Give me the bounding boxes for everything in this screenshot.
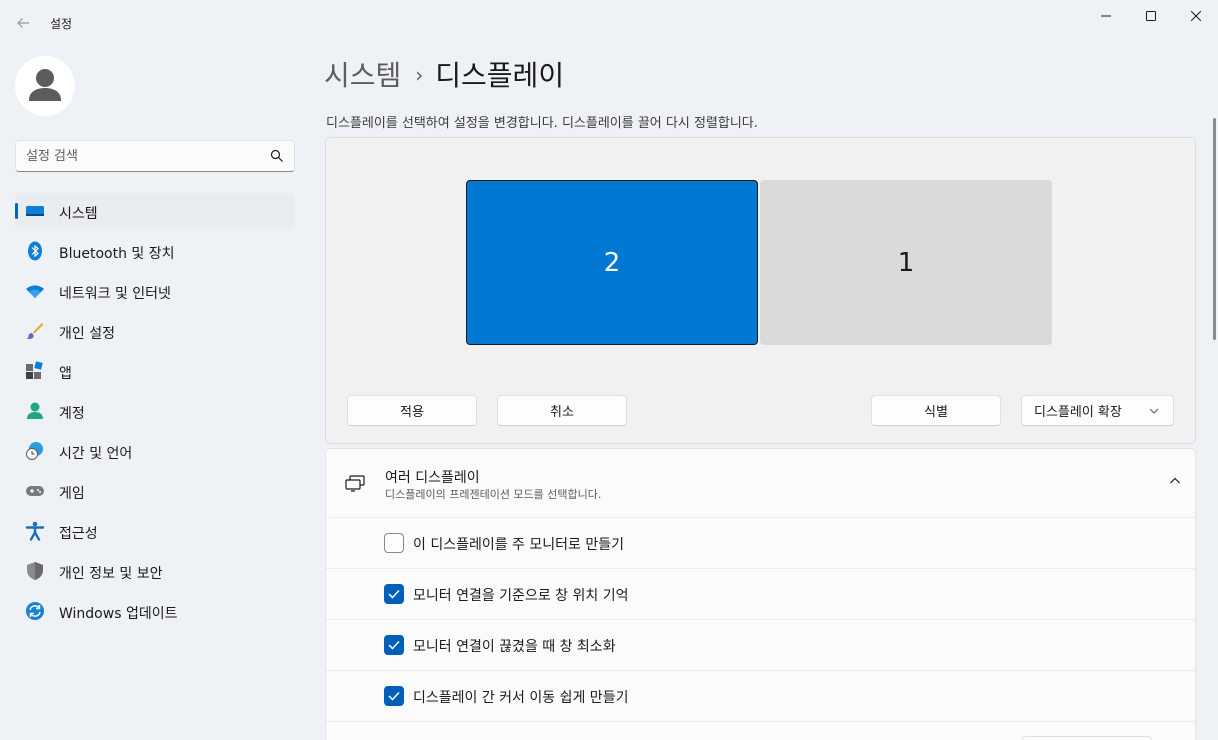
close-button[interactable] — [1173, 0, 1218, 32]
sidebar-item-system[interactable]: 시스템 — [15, 193, 295, 229]
option-label: 모니터 연결을 기준으로 창 위치 기억 — [413, 588, 629, 604]
app-title: 설정 — [50, 17, 73, 31]
chevron-right-icon: › — [415, 63, 424, 87]
option-row-partial — [326, 721, 1195, 740]
avatar[interactable] — [15, 56, 75, 116]
maximize-button[interactable] — [1128, 0, 1174, 32]
checkmark-icon — [388, 640, 400, 650]
arrangement-description: 디스플레이를 선택하여 설정을 변경합니다. 디스플레이를 끌어 다시 정렬합니… — [326, 116, 758, 131]
windows-update-icon — [25, 601, 45, 621]
apply-button[interactable]: 적용 — [347, 395, 477, 426]
sidebar-item-gaming[interactable]: 게임 — [15, 473, 295, 509]
multiple-displays-card: 여러 디스플레이 디스플레이의 프레젠테이션 모드를 선택합니다. 이 디스플레… — [325, 448, 1196, 740]
minimize-button[interactable] — [1083, 0, 1129, 32]
sidebar-item-label: Windows 업데이트 — [59, 606, 178, 622]
shield-icon — [25, 561, 45, 581]
system-monitor-icon — [25, 201, 45, 221]
option-row-minimize-on-disconnect: 모니터 연결이 끊겼을 때 창 최소화 — [326, 619, 1195, 670]
display-mode-dropdown[interactable]: 디스플레이 확장 — [1021, 395, 1174, 426]
gamepad-icon — [25, 481, 45, 501]
close-icon — [1191, 11, 1201, 21]
accessibility-icon — [25, 521, 45, 541]
title-bar: 설정 — [0, 0, 1218, 44]
display-arrangement-panel: 2 1 적용 취소 식별 디스플레이 확장 — [325, 137, 1196, 444]
scrollbar[interactable] — [1213, 118, 1216, 340]
sidebar-item-label: 앱 — [59, 366, 72, 382]
sidebar-item-time-language[interactable]: 시간 및 언어 — [15, 433, 295, 469]
option-label: 이 디스플레이를 주 모니터로 만들기 — [413, 537, 624, 553]
maximize-icon — [1146, 11, 1156, 21]
display-mode-value: 디스플레이 확장 — [1034, 405, 1122, 420]
page-title: 디스플레이 — [435, 59, 565, 92]
settings-window: 설정 시스템 Blue — [0, 0, 1218, 740]
option-row-remember-window-positions: 모니터 연결을 기준으로 창 위치 기억 — [326, 568, 1195, 619]
sidebar-item-label: Bluetooth 및 장치 — [59, 246, 175, 262]
active-indicator — [15, 203, 18, 219]
chevron-up-icon[interactable] — [1169, 475, 1181, 487]
option-label: 디스플레이 간 커서 이동 쉽게 만들기 — [413, 690, 629, 706]
partial-button[interactable] — [1022, 736, 1152, 740]
apps-icon — [25, 361, 45, 381]
sidebar-item-apps[interactable]: 앱 — [15, 353, 295, 389]
sidebar-item-privacy[interactable]: 개인 정보 및 보안 — [15, 553, 295, 589]
sidebar-item-label: 게임 — [59, 486, 85, 502]
chevron-down-icon — [1149, 408, 1159, 414]
sidebar-item-label: 시간 및 언어 — [59, 446, 133, 462]
breadcrumb-parent[interactable]: 시스템 — [324, 59, 401, 92]
option-label: 모니터 연결이 끊겼을 때 창 최소화 — [413, 639, 616, 655]
minimize-icon — [1101, 15, 1111, 17]
back-button[interactable] — [10, 10, 36, 36]
settings-search[interactable] — [15, 140, 295, 172]
sidebar-item-label: 네트워크 및 인터넷 — [59, 286, 171, 302]
option-row-primary-display: 이 디스플레이를 주 모니터로 만들기 — [326, 517, 1195, 568]
primary-display-checkbox[interactable] — [384, 533, 404, 553]
time-language-icon — [25, 441, 45, 461]
search-input[interactable] — [26, 141, 266, 171]
sidebar-item-label: 접근성 — [59, 526, 98, 542]
cancel-button[interactable]: 취소 — [497, 395, 627, 426]
sidebar-item-bluetooth[interactable]: Bluetooth 및 장치 — [15, 233, 295, 269]
back-arrow-icon — [17, 18, 29, 28]
multiple-displays-header[interactable]: 여러 디스플레이 디스플레이의 프레젠테이션 모드를 선택합니다. — [326, 449, 1195, 517]
sidebar-item-personalization[interactable]: 개인 설정 — [15, 313, 295, 349]
monitor-2[interactable]: 2 — [466, 180, 758, 345]
multiple-displays-icon — [345, 475, 365, 492]
sidebar-item-label: 시스템 — [59, 206, 98, 222]
sidebar-item-accounts[interactable]: 계정 — [15, 393, 295, 429]
paintbrush-icon — [25, 321, 45, 341]
sidebar-item-accessibility[interactable]: 접근성 — [15, 513, 295, 549]
sidebar-nav: 시스템 Bluetooth 및 장치 네트워크 및 인터넷 개인 설정 앱 계정… — [15, 193, 295, 633]
ease-cursor-movement-checkbox[interactable] — [384, 686, 404, 706]
identify-button[interactable]: 식별 — [871, 395, 1001, 426]
wifi-icon — [25, 281, 45, 301]
monitor-1[interactable]: 1 — [760, 180, 1052, 345]
sidebar-item-label: 계정 — [59, 406, 85, 422]
multiple-displays-subtitle: 디스플레이의 프레젠테이션 모드를 선택합니다. — [385, 488, 602, 501]
account-icon — [25, 401, 45, 421]
minimize-on-disconnect-checkbox[interactable] — [384, 635, 404, 655]
search-icon[interactable] — [270, 149, 284, 163]
option-row-ease-cursor-movement: 디스플레이 간 커서 이동 쉽게 만들기 — [326, 670, 1195, 721]
bluetooth-icon — [25, 241, 45, 261]
user-avatar-icon — [29, 69, 61, 101]
checkmark-icon — [388, 589, 400, 599]
remember-window-positions-checkbox[interactable] — [384, 584, 404, 604]
sidebar-item-label: 개인 설정 — [59, 326, 115, 342]
checkmark-icon — [388, 691, 400, 701]
multiple-displays-title: 여러 디스플레이 — [385, 470, 480, 486]
sidebar-item-network[interactable]: 네트워크 및 인터넷 — [15, 273, 295, 309]
breadcrumb: 시스템 › 디스플레이 — [324, 54, 564, 94]
sidebar-item-label: 개인 정보 및 보안 — [59, 566, 163, 582]
sidebar-item-windows-update[interactable]: Windows 업데이트 — [15, 593, 295, 629]
